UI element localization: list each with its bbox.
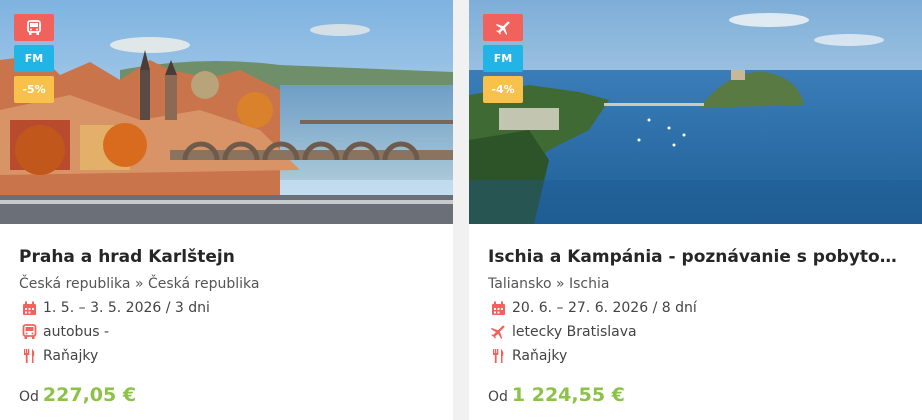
discount-badge: -5%	[14, 76, 54, 103]
price-label: Od	[19, 389, 39, 405]
tour-location: Taliansko » Ischia	[488, 276, 610, 292]
price-label: Od	[488, 389, 508, 405]
calendar-icon	[19, 299, 39, 317]
tour-meal: Raňajky	[512, 348, 568, 364]
tour-location: Česká republika » Česká republika	[19, 276, 260, 292]
cutlery-icon	[19, 347, 39, 365]
ischia-photo	[469, 0, 922, 224]
tour-meal: Raňajky	[43, 348, 99, 364]
price: Od 227,05 €	[19, 384, 434, 406]
bus-icon	[19, 323, 39, 341]
tour-card[interactable]: FM -4% Ischia a Kampánia - poznávanie s …	[469, 0, 922, 420]
plane-icon	[495, 20, 510, 35]
price-value: 227,05 €	[42, 384, 137, 406]
dates-row: 1. 5. – 3. 5. 2026 / 3 dni	[19, 299, 434, 317]
transport-row: autobus -	[19, 323, 434, 341]
transport-badge	[483, 14, 523, 41]
meal-row: Raňajky	[19, 347, 434, 365]
meal-row: Raňajky	[488, 347, 903, 365]
tour-title[interactable]: Ischia a Kampánia - poznávanie s pobytom…	[488, 246, 903, 268]
tour-title[interactable]: Praha a hrad Karlštejn	[19, 246, 434, 268]
calendar-icon	[488, 299, 508, 317]
price-value: 1 224,55 €	[511, 384, 625, 406]
dates-row: 20. 6. – 27. 6. 2026 / 8 dní	[488, 299, 903, 317]
plane-icon	[488, 323, 508, 341]
tour-photo[interactable]: FM -4%	[469, 0, 922, 224]
cutlery-icon	[488, 347, 508, 365]
discount-badge: -4%	[483, 76, 523, 103]
tour-photo[interactable]: FM -5%	[0, 0, 453, 224]
fm-badge: FM	[14, 45, 54, 72]
price: Od 1 224,55 €	[488, 384, 903, 406]
prague-photo	[0, 0, 453, 224]
tour-card[interactable]: FM -5% Praha a hrad Karlštejn Česká repu…	[0, 0, 453, 420]
transport-badge	[14, 14, 54, 41]
tour-transport: letecky Bratislava	[512, 324, 637, 340]
bus-icon	[27, 19, 41, 35]
tour-transport: autobus -	[43, 324, 110, 340]
transport-row: letecky Bratislava	[488, 323, 903, 341]
fm-badge: FM	[483, 45, 523, 72]
tour-dates: 1. 5. – 3. 5. 2026 / 3 dni	[43, 300, 210, 316]
tour-dates: 20. 6. – 27. 6. 2026 / 8 dní	[512, 300, 697, 316]
